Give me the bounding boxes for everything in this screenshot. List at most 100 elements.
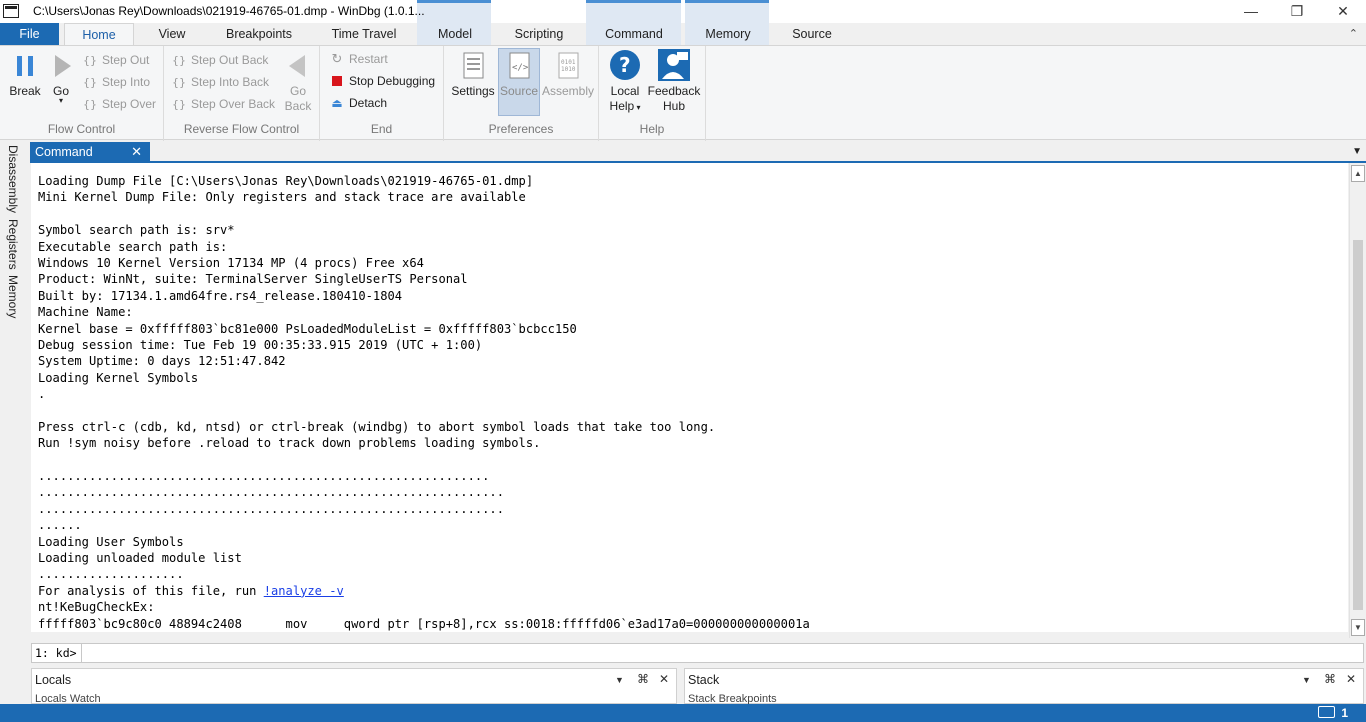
local-help-button[interactable]: ? Local Help ▾ — [603, 49, 647, 115]
maximize-button[interactable]: ❐ — [1274, 0, 1320, 23]
close-icon[interactable]: ✕ — [659, 672, 669, 686]
source-mode-button[interactable]: </> Source — [498, 48, 540, 116]
step-into-back-button[interactable]: {} Step Into Back — [171, 72, 269, 92]
go-button[interactable]: Go ▾ — [46, 49, 76, 105]
step-into-button[interactable]: {} Step Into — [82, 72, 150, 92]
step-out-back-button[interactable]: {} Step Out Back — [171, 50, 268, 70]
play-icon — [46, 49, 78, 81]
stack-title: Stack — [688, 673, 720, 687]
step-over-back-button[interactable]: {} Step Over Back — [171, 94, 275, 114]
tab-breakpoints[interactable]: Breakpoints — [216, 23, 302, 45]
break-button[interactable]: Break — [6, 49, 44, 98]
analyze-link[interactable]: !analyze -v — [264, 584, 344, 598]
pause-icon — [9, 49, 41, 81]
source-code-icon: </> — [503, 49, 535, 81]
close-icon[interactable]: ✕ — [131, 142, 142, 162]
scroll-up-icon[interactable]: ▲ — [1351, 165, 1365, 182]
chat-bubble-icon — [1318, 706, 1336, 718]
dropdown-arrow-icon[interactable]: ▼ — [1302, 675, 1311, 685]
output-line: Symbol search path is: srv* — [38, 223, 235, 238]
command-output[interactable]: Loading Dump File [C:\Users\Jonas Rey\Do… — [31, 163, 1348, 632]
tab-memory[interactable]: Memory — [695, 23, 761, 45]
output-line: Built by: 17134.1.amd64fre.rs4_release.1… — [38, 288, 403, 303]
step-over-back-label: Step Over Back — [191, 97, 276, 111]
help-icon: ? — [609, 49, 641, 81]
vertical-scrollbar[interactable]: ▲ ▼ — [1349, 163, 1366, 638]
tab-home[interactable]: Home — [64, 23, 134, 45]
scrollbar-thumb[interactable] — [1353, 240, 1363, 610]
output-line: ...... — [38, 518, 82, 533]
restart-button[interactable]: ↻ Restart — [329, 49, 388, 69]
settings-icon — [457, 49, 489, 81]
tab-file[interactable]: File — [0, 23, 59, 45]
side-tab-disassembly[interactable]: Disassembly — [6, 145, 20, 213]
tab-command[interactable]: Command — [596, 23, 672, 45]
group-label: Flow Control — [47, 122, 116, 136]
detach-button[interactable]: ⏏ Detach — [329, 93, 387, 113]
window-title: C:\Users\Jonas Rey\Downloads\021919-4676… — [33, 4, 425, 18]
step-out-label: Step Out — [102, 53, 150, 67]
settings-button[interactable]: Settings — [450, 49, 496, 98]
svg-text:</>: </> — [512, 63, 529, 73]
splitter — [31, 632, 1348, 638]
command-input-bar: 1: kd> — [31, 643, 1364, 663]
notifications-button[interactable]: 1 — [1318, 706, 1348, 720]
feedback-label-1: Feedback — [647, 84, 701, 98]
step-into-icon: {} — [83, 76, 97, 89]
tab-source[interactable]: Source — [781, 23, 843, 45]
scroll-down-icon[interactable]: ▼ — [1351, 619, 1365, 636]
output-line: Loading User Symbols — [38, 534, 184, 549]
go-back-label-2: Back — [284, 99, 312, 113]
assembly-button[interactable]: 0101 1010 Assembly — [542, 49, 594, 98]
tab-time-travel[interactable]: Time Travel — [322, 23, 406, 45]
pin-icon[interactable]: ⌘ — [637, 672, 649, 686]
minimize-button[interactable]: — — [1228, 0, 1274, 23]
output-line: Windows 10 Kernel Version 17134 MP (4 pr… — [38, 255, 424, 270]
go-back-button[interactable]: Go Back — [282, 49, 314, 113]
app-icon[interactable] — [3, 4, 19, 18]
output-line: Product: WinNt, suite: TerminalServer Si… — [38, 272, 468, 287]
output-line: ........................................… — [38, 469, 490, 484]
side-tab-strip: Disassembly Registers Memory — [0, 141, 30, 671]
break-label: Break — [9, 84, 41, 98]
local-help-label-1: Local — [610, 84, 640, 98]
go-back-label-1: Go — [289, 84, 306, 98]
step-out-icon: {} — [83, 54, 97, 67]
restart-label: Restart — [349, 52, 388, 66]
stop-debugging-button[interactable]: Stop Debugging — [329, 71, 435, 91]
step-out-back-label: Step Out Back — [191, 53, 269, 67]
side-tab-memory[interactable]: Memory — [6, 275, 20, 318]
output-line: . — [38, 387, 46, 402]
pin-icon[interactable]: ⌘ — [1324, 672, 1336, 686]
title-bar: C:\Users\Jonas Rey\Downloads\021919-4676… — [0, 0, 1366, 45]
dropdown-arrow-icon: ▾ — [634, 103, 641, 112]
ribbon: Break Go ▾ {} Step Out {} Step Into {} Step… — [0, 45, 1366, 141]
stop-icon — [329, 72, 345, 92]
group-preferences: Settings </> Source 0101 1010 Assembly Pr… — [444, 46, 599, 141]
tab-model[interactable]: Model — [420, 23, 490, 45]
panel-menu-icon[interactable]: ▼ — [1352, 146, 1362, 157]
tab-scripting[interactable]: Scripting — [504, 23, 574, 45]
chevron-up-icon[interactable]: ⌃ — [1349, 27, 1358, 40]
feedback-hub-icon — [658, 49, 690, 81]
step-over-icon: {} — [83, 98, 97, 111]
step-over-button[interactable]: {} Step Over — [82, 94, 156, 114]
command-input[interactable] — [84, 645, 1354, 661]
command-window-tab[interactable]: Command ✕ — [30, 142, 150, 162]
dropdown-arrow-icon[interactable]: ▼ — [615, 675, 624, 685]
status-bar: 1 — [0, 704, 1366, 722]
feedback-hub-button[interactable]: Feedback Hub — [647, 49, 701, 114]
output-line: fffff803`bc9c80c0 48894c2408 mov qword p… — [38, 616, 810, 631]
svg-text:?: ? — [619, 53, 631, 77]
step-out-button[interactable]: {} Step Out — [82, 50, 149, 70]
feedback-label-2: Hub — [662, 99, 685, 113]
side-tab-registers[interactable]: Registers — [6, 219, 20, 270]
close-button[interactable]: ✕ — [1320, 0, 1366, 23]
tab-view[interactable]: View — [139, 23, 205, 45]
ribbon-tabs: File Home View Breakpoints Time Travel M… — [0, 23, 1366, 45]
output-line: nt!KeBugCheckEx: — [38, 600, 155, 615]
output-line: Kernel base = 0xfffff803`bc81e000 PsLoad… — [38, 321, 577, 336]
close-icon[interactable]: ✕ — [1346, 672, 1356, 686]
